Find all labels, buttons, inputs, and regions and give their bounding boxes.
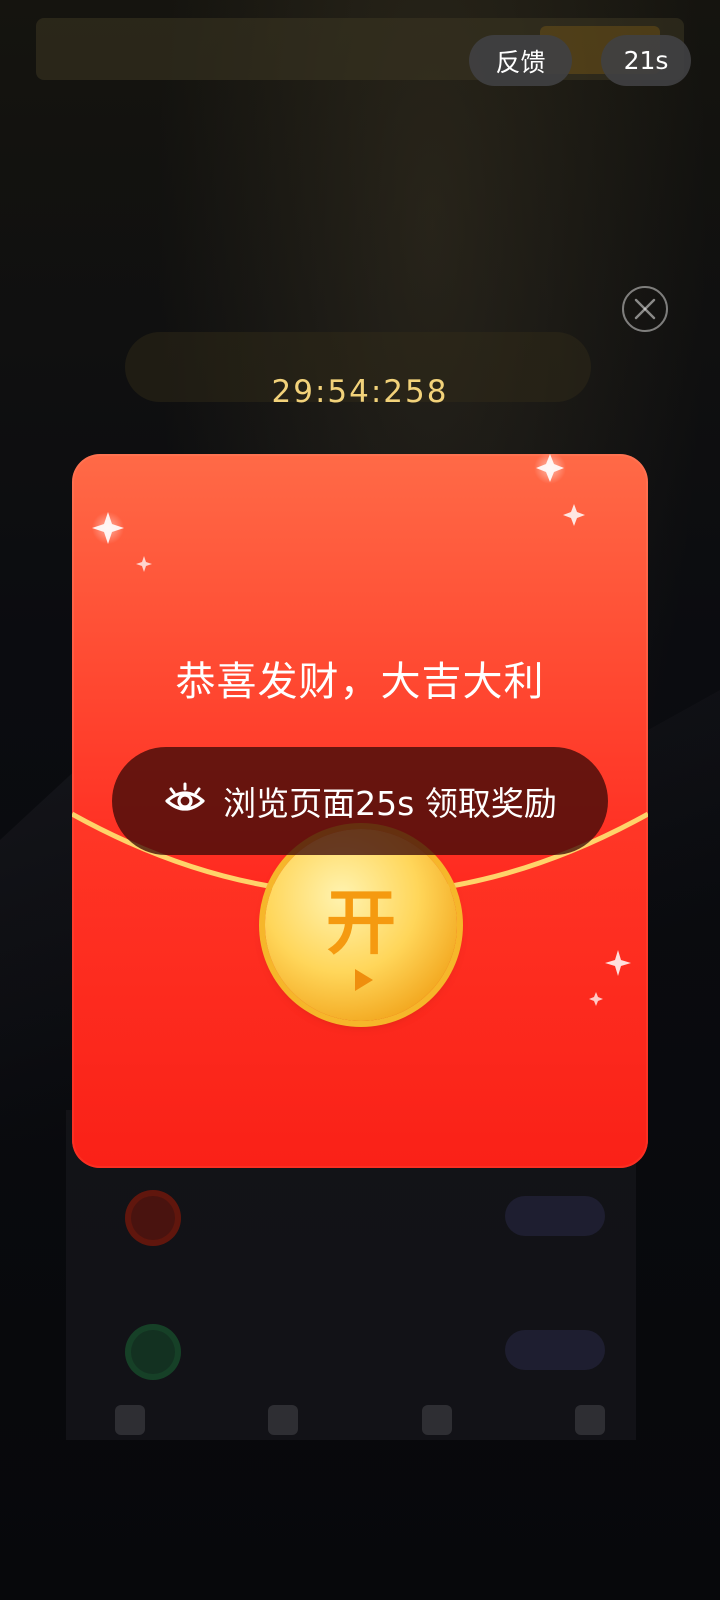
ad-timer-pill[interactable]: 21s	[601, 35, 691, 86]
background-nav-item	[560, 1405, 620, 1465]
background-bottom-nav	[100, 1405, 620, 1465]
sparkle-icon	[534, 454, 566, 484]
browse-reward-banner: 浏览页面25s 领取奖励	[112, 747, 608, 855]
background-task-row	[125, 1324, 605, 1414]
open-coin-label: 开	[326, 882, 396, 964]
ad-timer-label: 21s	[623, 46, 669, 75]
browse-reward-label: 浏览页面25s 领取奖励	[223, 784, 557, 823]
close-icon	[634, 298, 656, 320]
sparkle-icon	[92, 512, 124, 544]
countdown-timer: 29:54:258	[271, 374, 449, 410]
background-task-button	[505, 1330, 605, 1370]
background-task-icon	[125, 1190, 181, 1246]
close-button[interactable]	[622, 286, 668, 332]
sparkle-icon	[563, 504, 585, 526]
background-nav-item	[253, 1405, 313, 1465]
background-task-row	[125, 1190, 605, 1280]
eye-icon	[165, 782, 205, 811]
background-nav-item	[100, 1405, 160, 1465]
packet-greeting: 恭喜发财，大吉大利	[175, 659, 545, 705]
background-task-button	[505, 1196, 605, 1236]
feedback-button[interactable]: 反馈	[469, 35, 572, 86]
background-task-icon	[125, 1324, 181, 1380]
play-icon	[355, 969, 373, 991]
red-packet[interactable]: 恭喜发财，大吉大利 开 浏览页面25s 领取奖励	[72, 454, 648, 1168]
open-coin-button[interactable]: 开	[265, 829, 457, 1021]
sparkle-icon	[136, 556, 152, 572]
feedback-label: 反馈	[495, 47, 546, 77]
background-nav-item	[407, 1405, 467, 1465]
